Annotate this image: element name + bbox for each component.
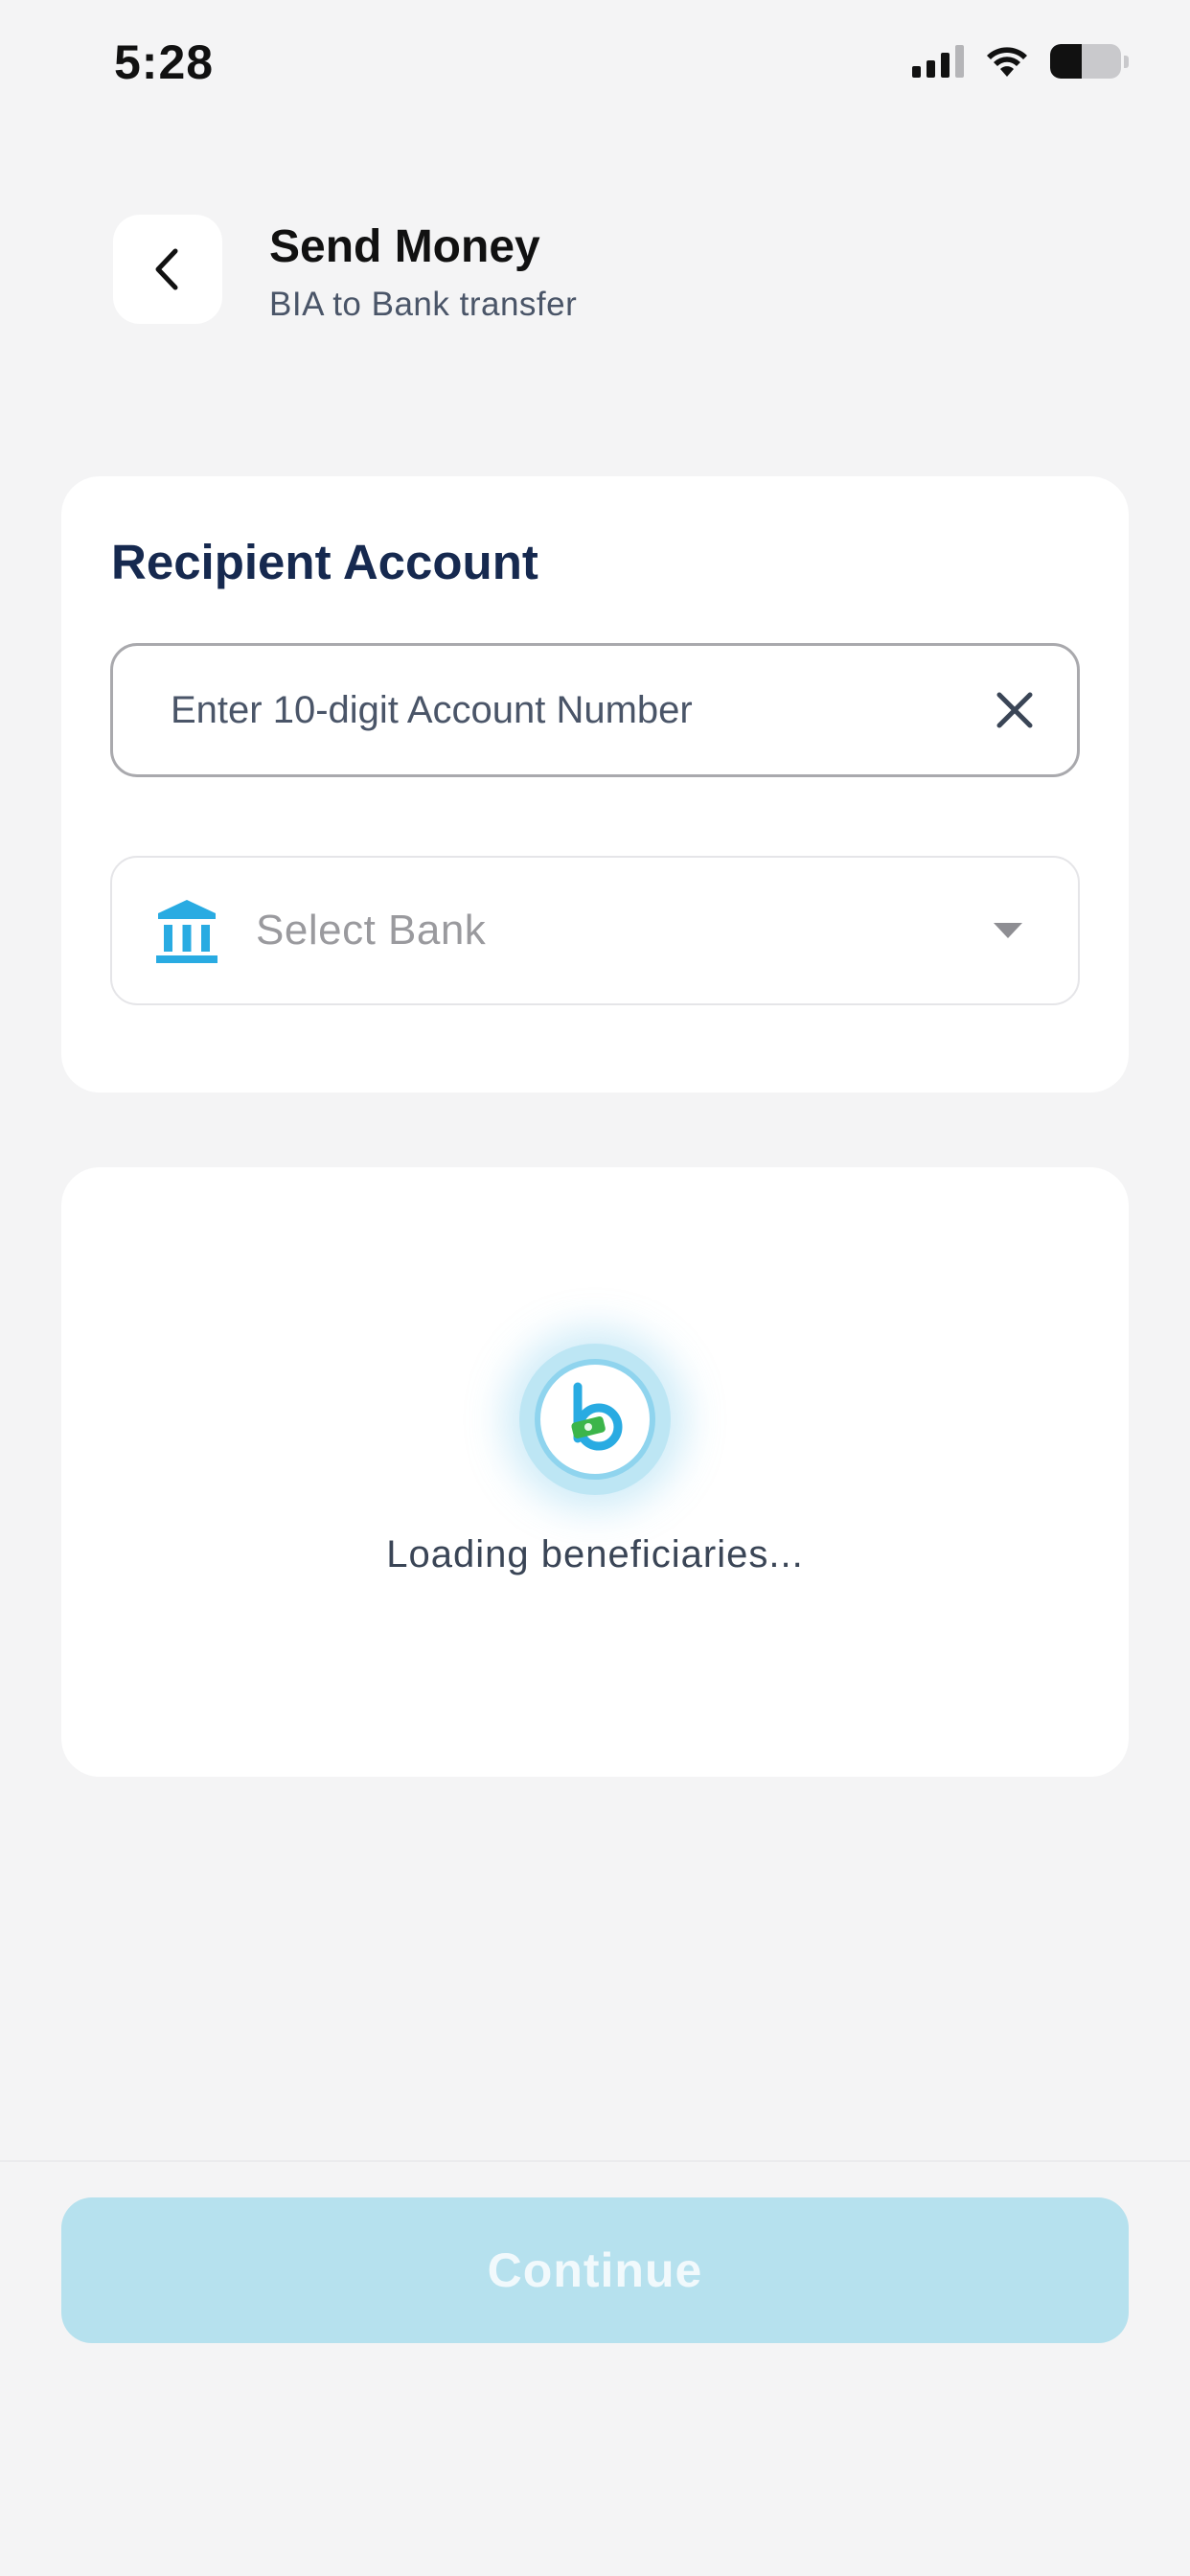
status-icons (912, 44, 1129, 79)
battery-icon (1050, 44, 1129, 79)
recipient-account-card: Recipient Account Select Bank (61, 476, 1129, 1092)
app-logo-icon (571, 1382, 623, 1451)
page-title: Send Money (269, 221, 540, 272)
select-bank-placeholder: Select Bank (256, 907, 487, 954)
back-button[interactable] (113, 215, 222, 324)
send-money-screen: 5:28 Send Money BIA to Bank transfer Rec… (0, 0, 1190, 2576)
select-bank-dropdown[interactable]: Select Bank (110, 856, 1080, 1005)
continue-button[interactable]: Continue (61, 2197, 1129, 2343)
account-number-input[interactable] (171, 688, 991, 732)
chevron-left-icon (155, 248, 178, 290)
account-number-field[interactable] (110, 643, 1080, 777)
caret-down-icon (994, 923, 1022, 938)
clear-account-button[interactable] (991, 686, 1039, 734)
cellular-signal-icon (912, 45, 964, 78)
status-time: 5:28 (114, 35, 215, 89)
recipient-account-title: Recipient Account (111, 535, 538, 589)
beneficiaries-card: Loading beneficiaries... (61, 1167, 1129, 1777)
footer-bar: Continue (0, 2160, 1190, 2576)
page-subtitle: BIA to Bank transfer (269, 286, 578, 323)
loading-beneficiaries-text: Loading beneficiaries... (386, 1533, 804, 1576)
bank-icon (156, 900, 217, 963)
close-icon (996, 692, 1033, 728)
loading-spinner (519, 1344, 671, 1495)
wifi-icon (987, 47, 1027, 77)
